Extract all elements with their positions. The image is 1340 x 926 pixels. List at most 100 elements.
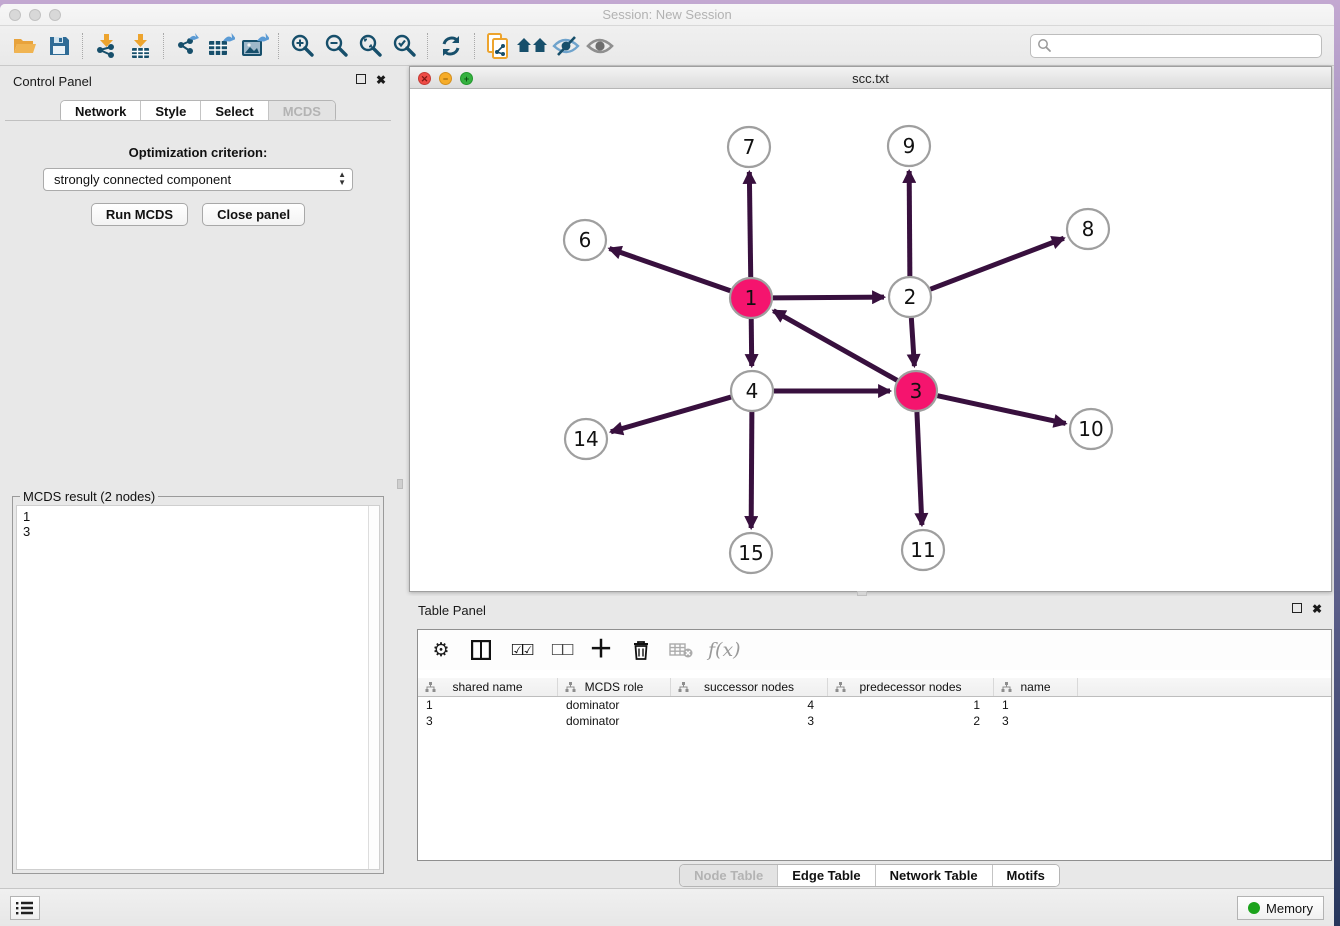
float-panel-icon[interactable] bbox=[356, 74, 366, 86]
delete-row-icon[interactable] bbox=[628, 635, 654, 665]
network-window-title: scc.txt bbox=[410, 71, 1331, 86]
graph-node-label-7: 7 bbox=[743, 135, 756, 159]
function-builder-icon[interactable]: f(x) bbox=[708, 635, 741, 665]
table-tab-motifs[interactable]: Motifs bbox=[993, 865, 1059, 886]
dropdown-value: strongly connected component bbox=[54, 172, 231, 187]
task-history-button[interactable] bbox=[10, 896, 40, 920]
table-cell[interactable]: 3 bbox=[418, 713, 558, 729]
app-window: Session: New Session bbox=[0, 4, 1334, 926]
column-header-predecessor-nodes[interactable]: predecessor nodes bbox=[828, 678, 994, 696]
table-cell[interactable]: 1 bbox=[828, 697, 994, 713]
search-input[interactable] bbox=[1052, 39, 1302, 53]
table-cell[interactable]: 1 bbox=[418, 697, 558, 713]
delete-table-icon[interactable] bbox=[668, 635, 694, 665]
select-all-icon[interactable]: ☑☑ bbox=[508, 635, 534, 665]
deselect-all-icon[interactable]: ☐☐ bbox=[548, 635, 574, 665]
table-close-panel-icon[interactable]: ✖ bbox=[1312, 603, 1322, 615]
table-tab-edge-table[interactable]: Edge Table bbox=[778, 865, 875, 886]
show-graphics-details-icon[interactable] bbox=[583, 31, 617, 61]
table-panel: Table Panel ✖ ⚙ ☑☑ ☐☐ ＋ f(x) bbox=[405, 596, 1334, 892]
graph-edge-1-4[interactable] bbox=[751, 319, 752, 366]
table-row[interactable]: 3dominator323 bbox=[418, 713, 1331, 729]
column-header-successor-nodes[interactable]: successor nodes bbox=[671, 678, 828, 696]
optimization-criterion-label: Optimization criterion: bbox=[5, 145, 391, 160]
graph-edge-2-9[interactable] bbox=[909, 171, 910, 276]
column-header-name[interactable]: name bbox=[994, 678, 1078, 696]
add-row-icon[interactable]: ＋ bbox=[588, 635, 614, 665]
network-window-titlebar[interactable]: ✕ − + scc.txt bbox=[410, 67, 1331, 89]
zoom-selected-icon[interactable] bbox=[387, 31, 421, 61]
main-toolbar bbox=[0, 26, 1334, 66]
tree-icon bbox=[1001, 682, 1012, 693]
graph-node-label-14: 14 bbox=[573, 427, 598, 451]
settings-gear-icon[interactable]: ⚙ bbox=[428, 635, 454, 665]
graph-edge-2-8[interactable] bbox=[930, 238, 1063, 289]
home-icon[interactable] bbox=[515, 31, 549, 61]
table-cell[interactable]: 2 bbox=[828, 713, 994, 729]
table-cell[interactable]: dominator bbox=[558, 697, 671, 713]
control-panel-header: Control Panel ✖ bbox=[0, 67, 396, 95]
graph-edge-4-15[interactable] bbox=[751, 412, 752, 528]
close-panel-button[interactable]: Close panel bbox=[202, 203, 305, 226]
table-panel-title: Table Panel bbox=[418, 603, 486, 618]
graph-edge-1-6[interactable] bbox=[609, 249, 730, 291]
table-tab-node-table[interactable]: Node Table bbox=[680, 865, 778, 886]
node-table[interactable]: shared nameMCDS rolesuccessor nodesprede… bbox=[418, 678, 1331, 729]
table-row[interactable]: 1dominator411 bbox=[418, 697, 1331, 713]
export-image-icon[interactable] bbox=[238, 31, 272, 61]
table-tab-network-table[interactable]: Network Table bbox=[876, 865, 993, 886]
graph-edge-2-3[interactable] bbox=[911, 318, 914, 366]
graph-edge-4-14[interactable] bbox=[611, 397, 731, 432]
memory-button[interactable]: Memory bbox=[1237, 896, 1324, 920]
hide-graphics-details-icon[interactable] bbox=[549, 31, 583, 61]
table-header-row: shared nameMCDS rolesuccessor nodesprede… bbox=[418, 678, 1331, 697]
graph-node-label-3: 3 bbox=[910, 379, 923, 403]
table-float-panel-icon[interactable] bbox=[1292, 603, 1302, 615]
tab-style[interactable]: Style bbox=[141, 101, 201, 122]
table-cell[interactable]: 1 bbox=[994, 697, 1078, 713]
column-header-MCDS-role[interactable]: MCDS role bbox=[558, 678, 671, 696]
table-cell[interactable]: 3 bbox=[994, 713, 1078, 729]
window-title: Session: New Session bbox=[0, 7, 1334, 22]
run-mcds-button[interactable]: Run MCDS bbox=[91, 203, 188, 226]
vertical-splitter[interactable] bbox=[396, 67, 404, 889]
table-cell[interactable]: 3 bbox=[671, 713, 828, 729]
export-table-icon[interactable] bbox=[204, 31, 238, 61]
column-header-shared-name[interactable]: shared name bbox=[418, 678, 558, 696]
search-icon bbox=[1037, 38, 1052, 53]
chevron-up-down-icon: ▲▼ bbox=[338, 171, 346, 187]
table-cell[interactable]: 4 bbox=[671, 697, 828, 713]
tab-network[interactable]: Network bbox=[61, 101, 141, 122]
zoom-in-icon[interactable] bbox=[285, 31, 319, 61]
graph-node-label-1: 1 bbox=[745, 286, 758, 310]
control-panel: Control Panel ✖ NetworkStyleSelectMCDS O… bbox=[0, 67, 396, 889]
tab-select[interactable]: Select bbox=[201, 101, 268, 122]
tab-mcds[interactable]: MCDS bbox=[269, 101, 335, 122]
graph-node-label-8: 8 bbox=[1082, 217, 1095, 241]
save-session-icon[interactable] bbox=[42, 31, 76, 61]
mcds-result-text[interactable]: 1 3 bbox=[16, 505, 380, 870]
close-panel-icon[interactable]: ✖ bbox=[376, 74, 386, 86]
zoom-fit-icon[interactable] bbox=[353, 31, 387, 61]
clone-network-icon[interactable] bbox=[481, 31, 515, 61]
graph-node-label-2: 2 bbox=[904, 285, 917, 309]
result-scrollbar[interactable] bbox=[368, 506, 379, 869]
refresh-layout-icon[interactable] bbox=[434, 31, 468, 61]
table-cell[interactable]: dominator bbox=[558, 713, 671, 729]
network-canvas[interactable]: 7968124314101511 bbox=[410, 89, 1331, 591]
export-network-icon[interactable] bbox=[170, 31, 204, 61]
graph-edge-1-2[interactable] bbox=[773, 297, 884, 298]
import-network-icon[interactable] bbox=[89, 31, 123, 61]
graph-edge-3-1[interactable] bbox=[773, 311, 897, 381]
list-icon bbox=[16, 901, 34, 915]
optimization-criterion-select[interactable]: strongly connected component ▲▼ bbox=[43, 168, 353, 191]
search-box[interactable] bbox=[1030, 34, 1322, 58]
graph-edge-1-7[interactable] bbox=[749, 172, 750, 277]
toggle-columns-icon[interactable] bbox=[468, 635, 494, 665]
open-session-icon[interactable] bbox=[8, 31, 42, 61]
graph-edge-3-10[interactable] bbox=[937, 396, 1065, 424]
import-table-icon[interactable] bbox=[123, 31, 157, 61]
graph-edge-3-11[interactable] bbox=[917, 412, 922, 525]
zoom-out-icon[interactable] bbox=[319, 31, 353, 61]
node-table-container: ⚙ ☑☑ ☐☐ ＋ f(x) shared nameMCDS rolesucce… bbox=[417, 629, 1332, 861]
